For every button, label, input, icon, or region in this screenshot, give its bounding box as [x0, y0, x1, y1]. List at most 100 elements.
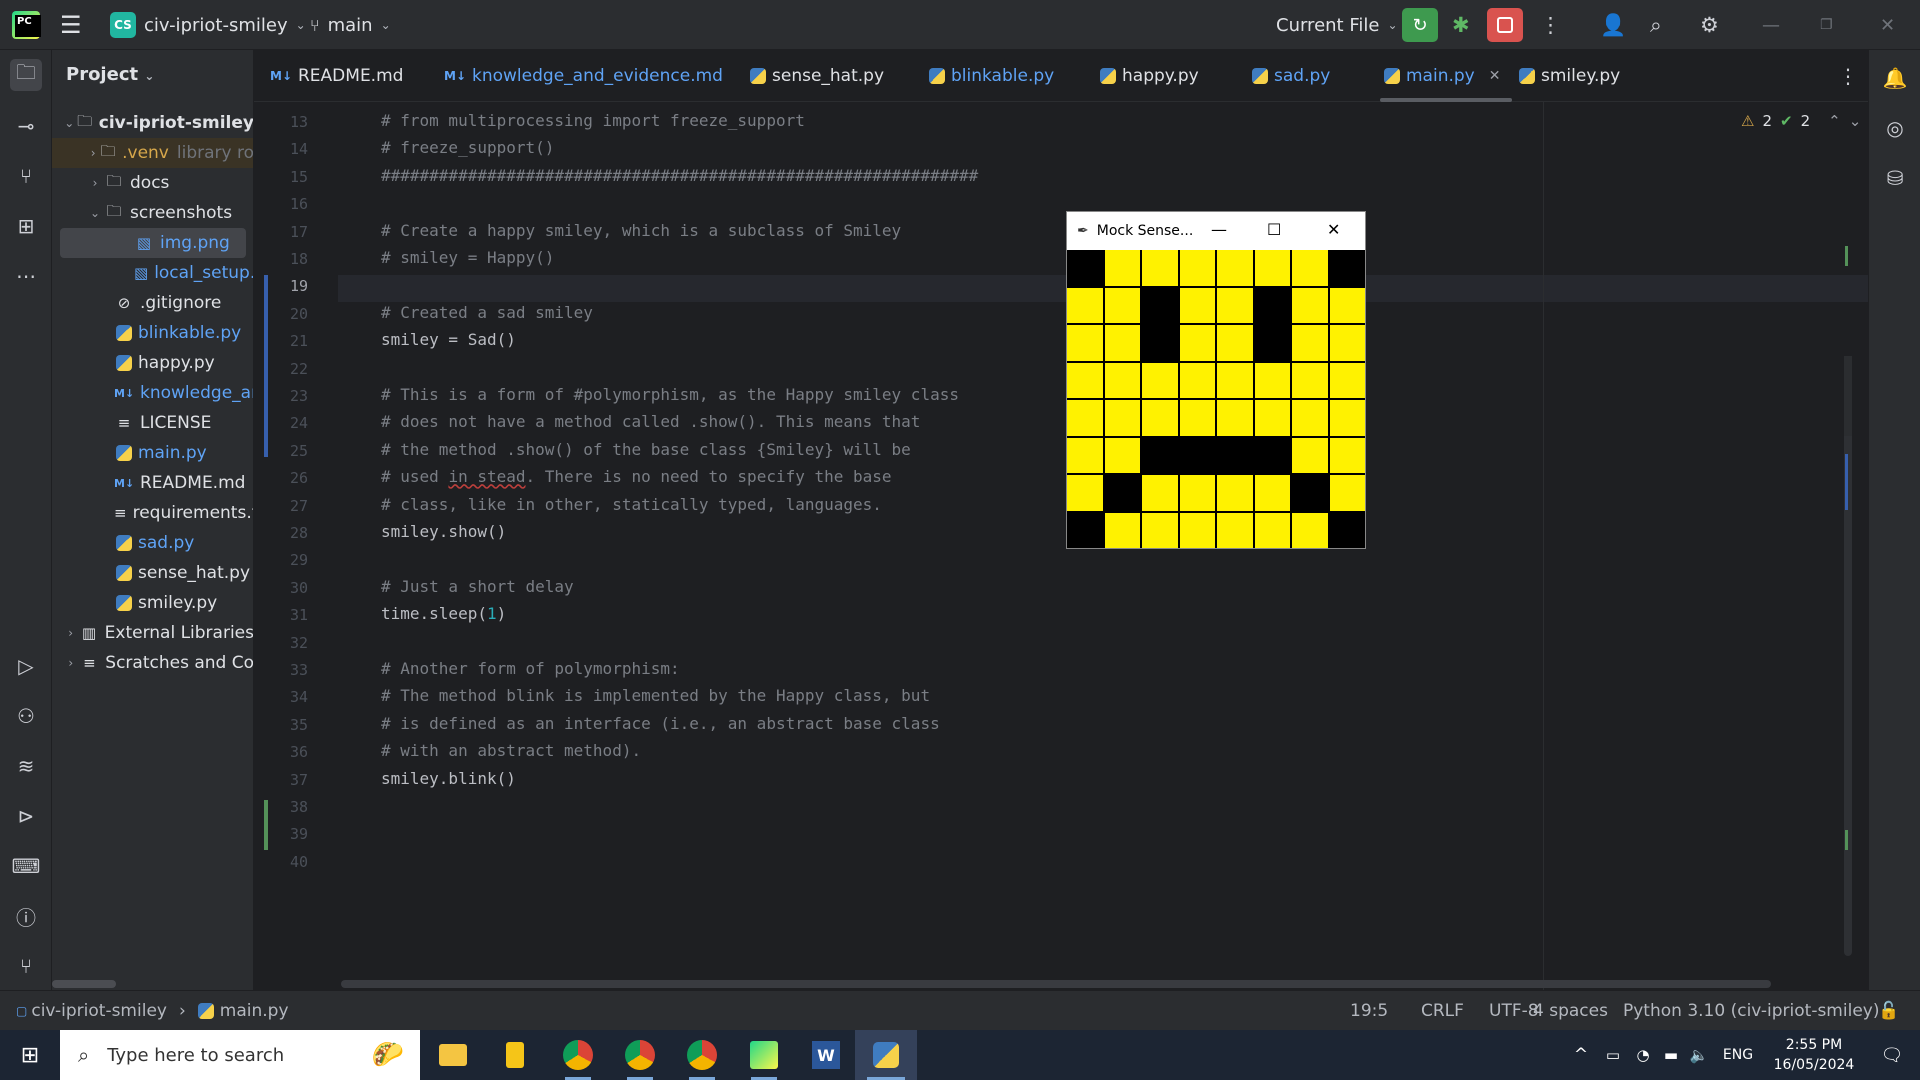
- minimize-window-button[interactable]: —: [1762, 0, 1780, 50]
- tree-item-scratches[interactable]: › ≡ Scratches and Co: [52, 648, 253, 678]
- notifications-bell-icon[interactable]: 🔔: [1879, 62, 1911, 94]
- chevron-up-icon[interactable]: ⌃: [1828, 112, 1841, 130]
- caret-position[interactable]: 19:5: [1350, 991, 1388, 1031]
- chevron-down-icon[interactable]: ⌄: [1849, 112, 1862, 130]
- problems-icon[interactable]: ⓘ: [10, 900, 42, 932]
- search-everywhere-button[interactable]: ⌕: [1650, 0, 1662, 50]
- tree-item-venv[interactable]: › 🗀 .venv library ro: [52, 138, 253, 168]
- notifications-icon[interactable]: 🗨: [1870, 1030, 1914, 1080]
- python-interpreter[interactable]: Python 3.10 (civ-ipriot-smiley): [1623, 991, 1879, 1031]
- file-encoding[interactable]: UTF-8: [1489, 991, 1539, 1031]
- tab-readme[interactable]: M↓ README.md: [270, 50, 403, 102]
- taskbar-search[interactable]: ⌕ Type here to search 🌮: [60, 1030, 420, 1080]
- code-editor[interactable]: ⚠ 2 ✔ 2 ⌃ ⌄ 13 14 15 16 17 18 19 20 21 22 23 24 25 26 27…: [254, 102, 1868, 990]
- editor-vscrollbar-thumb[interactable]: [1844, 356, 1852, 436]
- chevron-up-icon[interactable]: ^: [1566, 1030, 1596, 1080]
- breadcrumb[interactable]: ▢ civ-ipriot-smiley › main.py: [16, 991, 289, 1031]
- more-actions-button[interactable]: ⋮: [1540, 0, 1561, 50]
- maximize-icon[interactable]: ☐: [1267, 220, 1281, 239]
- mock-sense-window[interactable]: ✒ Mock Sense... — ☐ ✕: [1066, 211, 1366, 549]
- branch-switcher[interactable]: ⑂ main ⌄: [310, 0, 391, 50]
- commit-tool-icon[interactable]: ⊸: [10, 110, 42, 142]
- tab-happy[interactable]: happy.py: [1100, 50, 1199, 102]
- code-with-me-button[interactable]: 👤: [1600, 0, 1626, 50]
- tab-blinkable[interactable]: blinkable.py: [929, 50, 1054, 102]
- run-config-selector[interactable]: Current File ⌄: [1276, 0, 1398, 50]
- editor-vscrollbar[interactable]: [1844, 356, 1852, 956]
- wifi-icon[interactable]: ◔: [1628, 1030, 1658, 1080]
- file-explorer-icon[interactable]: [428, 1030, 478, 1080]
- lock-icon[interactable]: 🔓: [1878, 991, 1899, 1031]
- git-icon[interactable]: ⑂: [10, 950, 42, 982]
- mock-window-titlebar[interactable]: ✒ Mock Sense... — ☐ ✕: [1067, 212, 1365, 250]
- tab-main[interactable]: main.py ✕: [1380, 50, 1513, 102]
- tree-item-sad[interactable]: sad.py: [52, 528, 253, 558]
- windows-start-icon[interactable]: ⊞: [0, 1030, 60, 1080]
- close-window-button[interactable]: ✕: [1880, 0, 1895, 50]
- tab-knowledge[interactable]: M↓ knowledge_and_evidence.md: [444, 50, 723, 102]
- indent-setting[interactable]: 4 spaces: [1533, 991, 1608, 1031]
- tree-item-sense-hat[interactable]: sense_hat.py: [52, 558, 253, 588]
- run-tool-icon[interactable]: ▷: [10, 650, 42, 682]
- inspection-widget[interactable]: ⚠ 2 ✔ 2 ⌃ ⌄: [1741, 112, 1861, 130]
- tree-item-main[interactable]: main.py: [52, 438, 253, 468]
- tree-item-screenshots[interactable]: ⌄ 🗀 screenshots: [52, 198, 253, 228]
- tree-item-gitignore[interactable]: ⊘ .gitignore: [52, 288, 253, 318]
- chrome-profile-2-icon[interactable]: [677, 1030, 727, 1080]
- rerun-button[interactable]: ↻: [1402, 0, 1438, 50]
- volume-icon[interactable]: 🔈: [1684, 1030, 1714, 1080]
- database-icon[interactable]: ⛁: [1879, 162, 1911, 194]
- tree-root[interactable]: ⌄ 🗀 civ-ipriot-smiley: [52, 108, 253, 138]
- tree-item-knowledge[interactable]: M↓ knowledge_and: [52, 378, 253, 408]
- services-icon[interactable]: ⊳: [10, 800, 42, 832]
- clock[interactable]: 2:55 PM 16/05/2024: [1764, 1030, 1864, 1080]
- terminal-icon[interactable]: ⌨: [10, 850, 42, 882]
- project-hscrollbar[interactable]: [52, 980, 116, 988]
- debug-button[interactable]: ✱: [1452, 0, 1470, 50]
- project-tool-icon[interactable]: 🗀: [10, 59, 42, 91]
- restore-window-button[interactable]: ❐: [1820, 0, 1833, 50]
- breadcrumb-file[interactable]: main.py: [220, 1001, 289, 1021]
- tree-item-happy[interactable]: happy.py: [52, 348, 253, 378]
- battery-icon[interactable]: ▬: [1656, 1030, 1686, 1080]
- more-tools-icon[interactable]: ⋯: [10, 260, 42, 292]
- tree-item-docs[interactable]: › 🗀 docs: [52, 168, 253, 198]
- python-taskbar-icon[interactable]: [855, 1030, 917, 1080]
- notes-app-icon[interactable]: [490, 1030, 540, 1080]
- editor-hscrollbar[interactable]: [341, 980, 1771, 988]
- chrome-profile-icon[interactable]: [615, 1030, 665, 1080]
- monitor-icon[interactable]: ▭: [1598, 1030, 1628, 1080]
- tab-more-icon[interactable]: ⋮: [1838, 50, 1858, 102]
- structure-icon[interactable]: ⊞: [10, 210, 42, 242]
- ai-assistant-icon[interactable]: ◎: [1879, 112, 1911, 144]
- word-icon[interactable]: W: [801, 1030, 851, 1080]
- chrome-icon[interactable]: [553, 1030, 603, 1080]
- tab-sense-hat[interactable]: sense_hat.py: [750, 50, 884, 102]
- python-packages-icon[interactable]: ≋: [10, 750, 42, 782]
- tree-item-smiley[interactable]: smiley.py: [52, 588, 253, 618]
- pull-requests-icon[interactable]: ⑂: [10, 160, 42, 192]
- close-icon[interactable]: ✕: [1327, 220, 1340, 239]
- main-menu-icon[interactable]: ☰: [60, 0, 82, 50]
- tree-item-external-libraries[interactable]: › ▥ External Libraries: [52, 618, 253, 648]
- line-separator[interactable]: CRLF: [1421, 991, 1464, 1031]
- tab-sad[interactable]: sad.py: [1252, 50, 1330, 102]
- breadcrumb-project[interactable]: civ-ipriot-smiley: [31, 1001, 167, 1021]
- tree-item-license[interactable]: ≡ LICENSE: [52, 408, 253, 438]
- stop-button[interactable]: [1487, 0, 1523, 50]
- minimize-icon[interactable]: —: [1211, 220, 1227, 239]
- python-console-icon[interactable]: ⚇: [10, 700, 42, 732]
- tree-item-requirements[interactable]: ≡ requirements.tx: [52, 498, 253, 528]
- tree-item-blinkable[interactable]: blinkable.py: [52, 318, 253, 348]
- tree-item-local-setup[interactable]: ▧ local_setup.: [52, 258, 253, 288]
- tab-smiley[interactable]: smiley.py: [1519, 50, 1620, 102]
- tree-item-readme[interactable]: M↓ README.md: [52, 468, 253, 498]
- project-switcher[interactable]: CS civ-ipriot-smiley ⌄: [110, 0, 306, 50]
- close-icon[interactable]: ✕: [1489, 68, 1501, 84]
- settings-button[interactable]: ⚙: [1700, 0, 1719, 50]
- language-indicator[interactable]: ENG: [1718, 1030, 1758, 1080]
- project-panel-header[interactable]: Project ⌄: [66, 64, 154, 85]
- pycharm-logo-icon[interactable]: [12, 0, 41, 50]
- tree-item-img-png[interactable]: ▧ img.png: [60, 228, 246, 258]
- pycharm-taskbar-icon[interactable]: [739, 1030, 789, 1080]
